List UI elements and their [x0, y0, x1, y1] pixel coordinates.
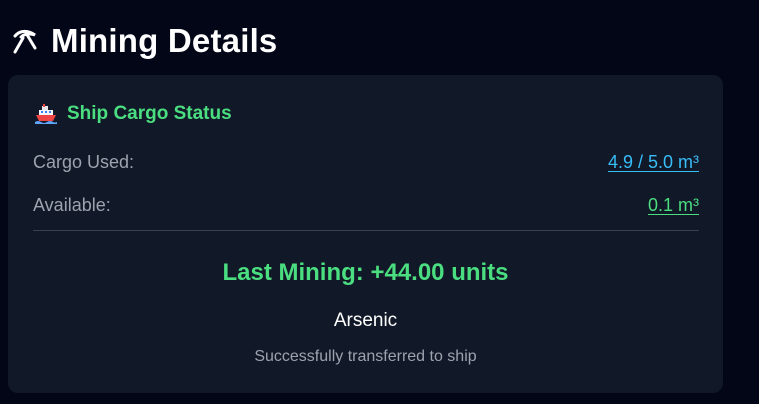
mining-details-page: Mining Details Ship Cargo Status Cargo U… — [0, 0, 759, 404]
available-value-link[interactable]: 0.1 m³ — [648, 195, 699, 216]
mineral-name: Arsenic — [333, 310, 398, 331]
ship-icon — [34, 103, 58, 125]
card-title: Ship Cargo Status — [34, 103, 232, 125]
card-title-text: Ship Cargo Status — [67, 103, 232, 124]
cargo-used-label: Cargo Used: — [33, 152, 135, 172]
page-header: Mining Details — [10, 18, 278, 64]
page-title: Mining Details — [51, 22, 278, 59]
last-mining-result: Last Mining: +44.00 units — [222, 259, 509, 286]
pickaxe-icon — [10, 26, 40, 56]
divider — [33, 230, 699, 231]
cargo-status-card: Ship Cargo Status Cargo Used: 4.9 / 5.0 … — [8, 75, 723, 393]
available-row: Available: 0.1 m³ — [33, 195, 699, 216]
cargo-used-row: Cargo Used: 4.9 / 5.0 m³ — [33, 152, 699, 173]
cargo-used-value-link[interactable]: 4.9 / 5.0 m³ — [608, 152, 699, 173]
transfer-status-text: Successfully transferred to ship — [254, 348, 477, 365]
available-label: Available: — [33, 195, 111, 215]
